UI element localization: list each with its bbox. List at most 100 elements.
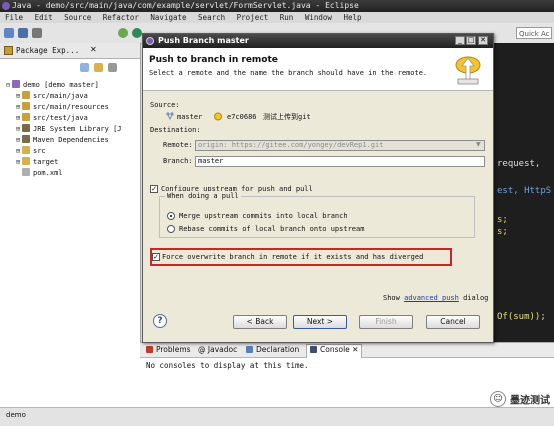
expand-toggle-icon[interactable]: ⊞ — [14, 124, 22, 135]
back-button[interactable]: < Back — [233, 315, 287, 329]
rebase-label: Rebase commits of local branch onto upst… — [179, 225, 365, 233]
close-button[interactable]: ✕ — [478, 36, 488, 45]
tree-item-label: pom.xml — [33, 169, 63, 177]
help-button[interactable]: ? — [153, 314, 167, 328]
tree-item-label: src/test/java — [33, 114, 88, 122]
tree-item-label: src — [33, 147, 46, 155]
menu-navigate[interactable]: Navigate — [150, 13, 186, 22]
show-text: Show — [383, 294, 400, 302]
code-line: Of(sum)); — [497, 312, 546, 322]
expand-toggle-icon[interactable]: ⊞ — [14, 102, 22, 113]
expand-toggle-icon[interactable]: ⊞ — [14, 146, 22, 157]
destination-label: Destination: — [150, 126, 201, 134]
dialog-header: Push to branch in remote Select a remote… — [143, 48, 493, 91]
tree-item-label: JRE System Library [J — [33, 125, 122, 133]
tab-problems[interactable]: Problems — [146, 345, 191, 355]
folder-icon — [22, 146, 30, 154]
package-explorer-icon — [4, 46, 13, 55]
menu-help[interactable]: Help — [343, 13, 361, 22]
bottom-panel-tabs: Problems @ Javadoc Declaration Console ✕ — [140, 343, 554, 358]
view-menu-icon[interactable] — [108, 63, 117, 72]
expand-toggle-icon[interactable]: ⊞ — [14, 157, 22, 168]
finish-button[interactable]: Finish — [359, 315, 413, 329]
package-explorer-tab-label: Package Exp... — [16, 46, 80, 55]
menu-window[interactable]: Window — [305, 13, 332, 22]
quick-access-input[interactable]: Quick Ac — [516, 27, 552, 39]
collapse-all-icon[interactable] — [80, 63, 89, 72]
chevron-down-icon[interactable]: ▼ — [476, 141, 481, 148]
code-line: s; — [497, 227, 508, 237]
menu-bar: File Edit Source Refactor Navigate Searc… — [0, 12, 554, 23]
window-title-bar: Java - demo/src/main/java/com/example/se… — [0, 0, 554, 12]
console-icon — [310, 346, 317, 353]
tree-item[interactable]: ⊞ src/test/java — [14, 113, 88, 124]
dialog-subtitle: Select a remote and the name the branch … — [149, 69, 428, 77]
print-icon[interactable] — [32, 28, 42, 38]
watermark-text: 墨迹测试 — [510, 395, 550, 407]
close-icon[interactable]: ✕ — [90, 45, 97, 54]
code-line: s; — [497, 215, 508, 225]
source-folder-icon — [22, 113, 30, 121]
merge-radio[interactable] — [167, 212, 175, 220]
branch-input[interactable]: master — [195, 156, 485, 167]
folder-icon — [22, 157, 30, 165]
link-editor-icon[interactable] — [94, 63, 103, 72]
source-commit-id: e7c0686 — [227, 113, 257, 121]
code-line: request, — [497, 159, 541, 169]
menu-edit[interactable]: Edit — [35, 13, 53, 22]
remote-select[interactable]: origin: https://gitee.com/yongey/devRep1… — [195, 140, 485, 151]
source-label: Source: — [150, 101, 180, 109]
force-overwrite-label: Force overwrite branch in remote if it e… — [162, 253, 424, 261]
tree-item[interactable]: ⊞ Maven Dependencies — [14, 135, 109, 146]
status-text: demo — [6, 411, 26, 419]
menu-run[interactable]: Run — [280, 13, 294, 22]
menu-refactor[interactable]: Refactor — [103, 13, 139, 22]
tree-item[interactable]: ⊞ JRE System Library [J — [14, 124, 122, 135]
menu-project[interactable]: Project — [237, 13, 269, 22]
tab-javadoc[interactable]: @ Javadoc — [198, 345, 237, 355]
expand-toggle-icon[interactable]: ⊞ — [14, 135, 22, 146]
rebase-radio[interactable] — [167, 225, 175, 233]
tree-item-label: src/main/resources — [33, 103, 109, 111]
maximize-button[interactable]: □ — [466, 36, 476, 45]
branch-icon — [165, 112, 175, 121]
next-button[interactable]: Next > — [293, 315, 347, 329]
tree-item[interactable]: ⊞ src/main/java — [14, 91, 88, 102]
push-branch-dialog: Push Branch master _ □ ✕ Push to branch … — [142, 33, 494, 343]
window-title: Java - demo/src/main/java/com/example/se… — [12, 1, 359, 10]
advanced-push-link[interactable]: advanced push — [404, 294, 459, 302]
debug-icon[interactable] — [118, 28, 128, 38]
menu-file[interactable]: File — [5, 13, 23, 22]
tree-item[interactable]: ⊞ target — [14, 157, 58, 168]
tree-item[interactable]: ⊟ demo [demo master] — [4, 80, 99, 91]
new-icon[interactable] — [4, 28, 14, 38]
eclipse-icon — [2, 2, 10, 10]
tree-item[interactable]: ⊞ src — [14, 146, 46, 157]
tree-item[interactable]: pom.xml — [14, 168, 63, 179]
xml-file-icon — [22, 168, 30, 176]
run-icon[interactable] — [132, 28, 142, 38]
expand-toggle-icon[interactable]: ⊟ — [4, 80, 12, 91]
pull-options-label: When doing a pull — [165, 191, 241, 201]
tab-console[interactable]: Console ✕ — [306, 344, 363, 358]
force-overwrite-checkbox[interactable]: ✓ — [152, 253, 160, 261]
code-editor[interactable]: request, est, HttpS s; s; Of(sum)); — [490, 43, 554, 342]
tree-item[interactable]: ⊞ src/main/resources — [14, 102, 109, 113]
code-line: est, HttpS — [497, 186, 552, 196]
advanced-push-row: Show advanced push dialog — [383, 293, 488, 303]
tab-declaration[interactable]: Declaration — [246, 345, 299, 355]
package-explorer-tab[interactable]: Package Exp... ✕ — [0, 43, 140, 59]
menu-search[interactable]: Search — [198, 13, 225, 22]
expand-toggle-icon[interactable]: ⊞ — [14, 91, 22, 102]
expand-toggle-icon[interactable]: ⊞ — [14, 113, 22, 124]
menu-source[interactable]: Source — [64, 13, 91, 22]
wechat-icon: ☺ — [490, 391, 506, 407]
upload-icon — [455, 56, 481, 85]
cancel-button[interactable]: Cancel — [426, 315, 480, 329]
source-branch: master — [177, 113, 203, 121]
tree-item-label: target — [33, 158, 59, 166]
configure-upstream-checkbox[interactable]: ✓ — [150, 185, 158, 193]
console-message: No consoles to display at this time. — [146, 361, 309, 370]
minimize-button[interactable]: _ — [455, 36, 465, 45]
save-icon[interactable] — [18, 28, 28, 38]
